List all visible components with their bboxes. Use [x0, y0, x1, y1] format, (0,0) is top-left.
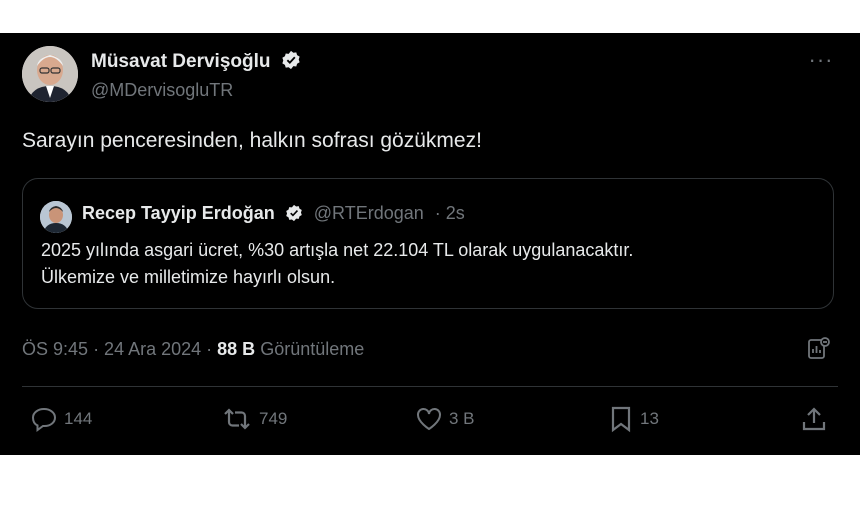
- view-count: 88 B: [217, 339, 256, 359]
- tweet-text: Sarayın penceresinden, halkın sofrası gö…: [22, 129, 482, 152]
- tweet-meta: ÖS 9:45 · 24 Ara 2024 · 88 B Görüntüleme: [22, 339, 364, 360]
- quoted-tweet-text: 2025 yılında asgari ücret, %30 artışla n…: [41, 237, 821, 291]
- repost-icon: [224, 408, 250, 430]
- bookmark-icon: [611, 406, 631, 433]
- reply-icon: [31, 407, 57, 432]
- bookmark-count: 13: [640, 409, 659, 428]
- views-label: Görüntüleme: [260, 339, 365, 359]
- verified-badge-icon: [281, 50, 301, 76]
- more-options-button[interactable]: ···: [806, 48, 836, 72]
- tweet-time[interactable]: ÖS 9:45: [22, 339, 88, 359]
- tweet-card: Müsavat Dervişoğlu @MDervisogluTR ··· Sa…: [0, 33, 860, 455]
- like-count: 3 B: [449, 409, 475, 428]
- quoted-author[interactable]: Recep Tayyip Erdoğan @RTErdogan · 2s: [82, 203, 465, 227]
- author-name-text: Müsavat Dervişoğlu: [91, 51, 271, 72]
- author-handle[interactable]: @MDervisogluTR: [91, 80, 233, 101]
- analytics-icon[interactable]: [806, 336, 832, 367]
- tweet-date[interactable]: · 24 Ara 2024 ·: [93, 339, 212, 359]
- author-name[interactable]: Müsavat Dervişoğlu: [91, 50, 301, 76]
- quoted-author-avatar[interactable]: [40, 201, 72, 233]
- quoted-time: · 2s: [434, 203, 465, 223]
- verified-badge-icon: [285, 204, 303, 227]
- bookmark-button[interactable]: 13: [608, 405, 659, 433]
- heart-icon: [417, 408, 441, 431]
- like-button[interactable]: 3 B: [415, 405, 475, 433]
- divider: [22, 386, 838, 387]
- reply-count: 144: [64, 409, 93, 428]
- quoted-text-line-1: 2025 yılında asgari ücret, %30 artışla n…: [41, 240, 634, 260]
- share-icon: [802, 407, 826, 431]
- author-avatar[interactable]: [22, 46, 78, 102]
- reply-button[interactable]: 144: [30, 405, 92, 433]
- quoted-tweet[interactable]: Recep Tayyip Erdoğan @RTErdogan · 2s 202…: [22, 178, 834, 309]
- quoted-text-line-2: Ülkemize ve milletimize hayırlı olsun.: [41, 267, 336, 287]
- repost-count: 749: [259, 409, 288, 428]
- repost-button[interactable]: 749: [221, 405, 287, 433]
- quoted-author-name: Recep Tayyip Erdoğan: [82, 203, 275, 223]
- share-button[interactable]: [800, 405, 828, 433]
- quoted-author-handle: @RTErdogan: [313, 203, 424, 223]
